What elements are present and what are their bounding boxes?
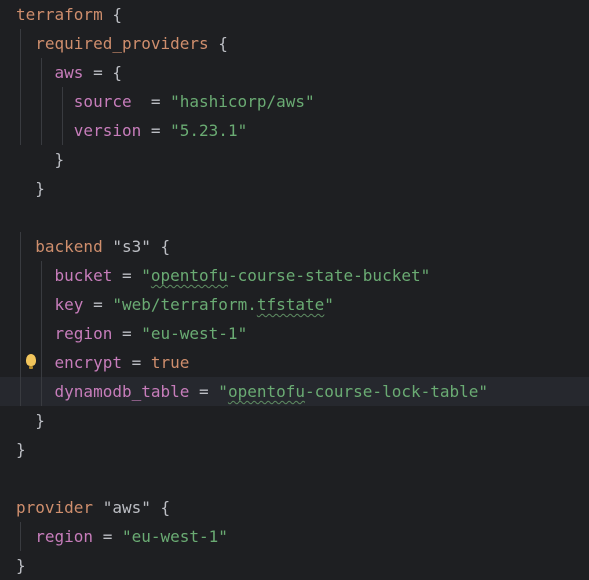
code-token: true: [150, 353, 190, 372]
code-token: {: [208, 34, 228, 53]
code-token: }: [16, 179, 45, 198]
code-token: dynamodb_table: [54, 382, 190, 401]
code-token: "eu-west-1": [141, 324, 248, 343]
code-text: }: [16, 406, 45, 435]
code-text: }: [16, 435, 26, 464]
code-line[interactable]: dynamodb_table = "opentofu-course-lock-t…: [0, 377, 589, 406]
code-text: aws = {: [16, 58, 122, 87]
code-token: provider: [16, 498, 94, 517]
code-token: bucket: [54, 266, 113, 285]
code-token: = {: [83, 63, 122, 82]
code-line[interactable]: region = "eu-west-1": [0, 522, 589, 551]
code-text: encrypt = true: [16, 348, 190, 377]
code-line[interactable]: bucket = "opentofu-course-state-bucket": [0, 261, 589, 290]
code-line[interactable]: encrypt = true: [0, 348, 589, 377]
code-token: ": [141, 266, 151, 285]
code-text: key = "web/terraform.tfstate": [16, 290, 334, 319]
code-line[interactable]: provider "aws" {: [0, 493, 589, 522]
code-token: =: [112, 324, 142, 343]
code-token: opentofu: [150, 266, 228, 285]
code-token: backend: [35, 237, 103, 256]
code-token: terraform: [16, 5, 103, 24]
code-text: source = "hashicorp/aws": [16, 87, 315, 116]
code-token: =: [131, 92, 171, 111]
code-line[interactable]: }: [0, 174, 589, 203]
code-text: provider "aws" {: [16, 493, 170, 522]
code-token: key: [54, 295, 84, 314]
code-text: }: [16, 145, 65, 174]
code-token: =: [83, 295, 113, 314]
code-editor[interactable]: terraform { required_providers { aws = {…: [0, 0, 589, 577]
code-line[interactable]: }: [0, 551, 589, 580]
code-text: bucket = "opentofu-course-state-bucket": [16, 261, 431, 290]
code-token: ": [324, 295, 334, 314]
code-line[interactable]: required_providers {: [0, 29, 589, 58]
code-token: "web/terraform.: [112, 295, 257, 314]
code-token: -course-state-bucket": [227, 266, 431, 285]
code-token: version: [73, 121, 142, 140]
code-text: required_providers {: [16, 29, 228, 58]
code-line[interactable]: region = "eu-west-1": [0, 319, 589, 348]
code-token: required_providers: [35, 34, 209, 53]
code-token: "hashicorp/aws": [170, 92, 315, 111]
code-line[interactable]: [0, 203, 589, 232]
code-text: version = "5.23.1": [16, 116, 247, 145]
code-text: }: [16, 174, 45, 203]
code-line[interactable]: }: [0, 435, 589, 464]
code-token: "eu-west-1": [121, 527, 228, 546]
code-token: =: [141, 121, 171, 140]
code-token: "5.23.1": [170, 121, 248, 140]
code-token: "aws" {: [93, 498, 171, 517]
code-token: =: [93, 527, 122, 546]
code-token: }: [16, 556, 26, 575]
code-token: ": [218, 382, 228, 401]
code-text: }: [16, 551, 26, 580]
code-text: backend "s3" {: [16, 232, 170, 261]
code-token: region: [54, 324, 113, 343]
code-text: terraform {: [16, 0, 122, 29]
lightbulb-icon[interactable]: [26, 354, 36, 369]
code-token: region: [35, 527, 94, 546]
code-token: }: [16, 411, 45, 430]
code-token: "s3" {: [102, 237, 171, 256]
code-token: {: [102, 5, 122, 24]
code-text: dynamodb_table = "opentofu-course-lock-t…: [16, 377, 489, 406]
code-token: =: [112, 266, 142, 285]
code-token: }: [16, 440, 26, 459]
code-line[interactable]: source = "hashicorp/aws": [0, 87, 589, 116]
code-token: aws: [54, 63, 84, 82]
code-text: region = "eu-west-1": [16, 522, 228, 551]
code-token: encrypt: [54, 353, 122, 372]
code-line[interactable]: version = "5.23.1": [0, 116, 589, 145]
code-line[interactable]: key = "web/terraform.tfstate": [0, 290, 589, 319]
code-text: region = "eu-west-1": [16, 319, 248, 348]
code-line[interactable]: }: [0, 406, 589, 435]
code-line[interactable]: }: [0, 145, 589, 174]
code-line[interactable]: terraform {: [0, 0, 589, 29]
code-token: =: [121, 353, 151, 372]
code-token: =: [189, 382, 219, 401]
code-line[interactable]: aws = {: [0, 58, 589, 87]
code-token: -course-lock-table": [305, 382, 489, 401]
code-token: tfstate: [256, 295, 325, 314]
code-line[interactable]: backend "s3" {: [0, 232, 589, 261]
code-line[interactable]: [0, 464, 589, 493]
code-token: }: [16, 150, 65, 169]
code-token: opentofu: [227, 382, 305, 401]
code-token: source: [73, 92, 132, 111]
